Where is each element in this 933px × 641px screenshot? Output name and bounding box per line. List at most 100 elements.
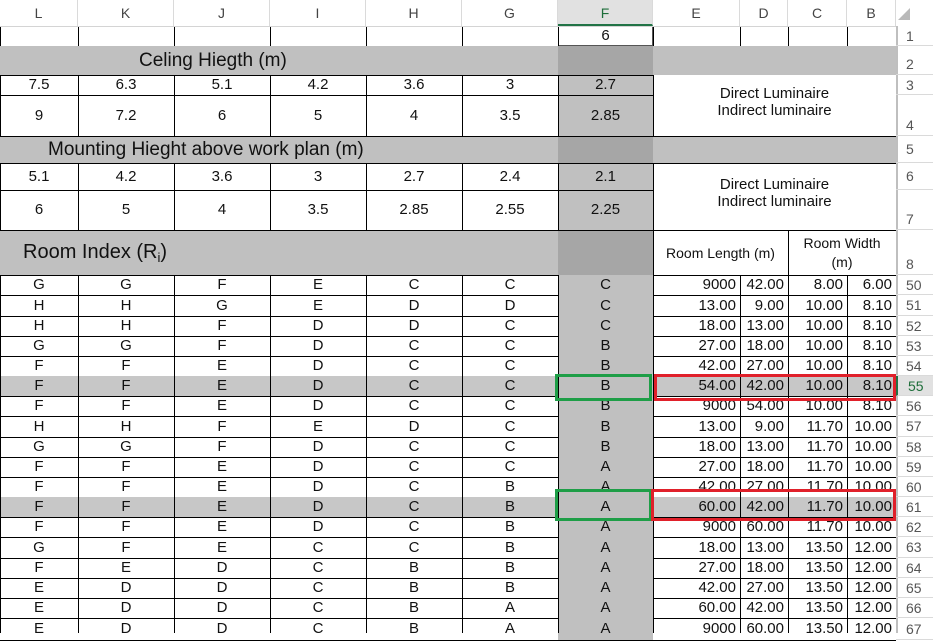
dimension-cell[interactable]: 18.00	[653, 537, 740, 558]
room-index-cell[interactable]: F	[78, 356, 174, 376]
room-index-cell[interactable]: C	[270, 598, 366, 618]
mounting-row6-cell[interactable]: 3.6	[174, 163, 270, 190]
row-header-3[interactable]: 3	[896, 75, 933, 95]
dimension-cell[interactable]: 42.00	[740, 275, 788, 295]
column-header-l[interactable]: L	[0, 0, 78, 26]
dimension-cell[interactable]: 13.00	[740, 316, 788, 336]
room-index-cell[interactable]: F	[78, 537, 174, 558]
room-index-cell[interactable]: C	[270, 558, 366, 578]
mounting-row7-cell[interactable]: 2.85	[366, 190, 462, 230]
room-index-cell[interactable]: E	[174, 517, 270, 537]
room-index-cell[interactable]: D	[270, 457, 366, 477]
row-header-67[interactable]: 67	[896, 618, 933, 640]
room-index-cell[interactable]: C	[558, 295, 653, 316]
row-header-57[interactable]: 57	[896, 416, 933, 437]
dimension-cell[interactable]: 9.00	[740, 416, 788, 437]
cell-e2-band[interactable]	[653, 46, 896, 75]
cell-f8[interactable]	[558, 231, 653, 275]
room-index-cell[interactable]: G	[0, 437, 78, 457]
dimension-cell[interactable]: 10.00	[847, 416, 896, 437]
room-index-cell[interactable]: D	[174, 558, 270, 578]
room-index-cell[interactable]: F	[78, 477, 174, 497]
row-header-5[interactable]: 5	[896, 136, 933, 163]
mounting-row7-cell[interactable]: 3.5	[270, 190, 366, 230]
dimension-cell[interactable]: 18.00	[740, 457, 788, 477]
dimension-cell[interactable]: 13.00	[653, 295, 740, 316]
room-index-cell[interactable]: D	[366, 316, 462, 336]
room-index-cell[interactable]: B	[366, 578, 462, 598]
room-index-cell[interactable]: D	[174, 598, 270, 618]
cell-empty[interactable]	[788, 26, 847, 46]
dimension-cell[interactable]: 27.00	[653, 336, 740, 356]
dimension-cell[interactable]: 13.50	[788, 537, 847, 558]
room-index-cell[interactable]: B	[366, 598, 462, 618]
cell-empty[interactable]	[462, 26, 558, 46]
dimension-cell[interactable]: 27.00	[653, 558, 740, 578]
room-index-cell[interactable]: E	[0, 618, 78, 640]
room-index-cell[interactable]: D	[270, 437, 366, 457]
room-index-cell[interactable]: F	[0, 558, 78, 578]
room-index-cell[interactable]: C	[558, 275, 653, 295]
dimension-cell[interactable]: 12.00	[847, 537, 896, 558]
room-index-cell[interactable]: C	[366, 477, 462, 497]
room-index-cell[interactable]: D	[366, 416, 462, 437]
dimension-cell[interactable]: 60.00	[653, 598, 740, 618]
room-index-cell[interactable]: C	[366, 275, 462, 295]
room-index-cell[interactable]: G	[0, 275, 78, 295]
ceiling-row3-cell[interactable]: 2.7	[558, 75, 653, 95]
room-index-cell[interactable]: B	[462, 477, 558, 497]
row-header-51[interactable]: 51	[896, 295, 933, 316]
row-header-55[interactable]: 55	[896, 376, 933, 396]
dimension-cell[interactable]: 42.00	[740, 598, 788, 618]
dimension-cell[interactable]: 42.00	[653, 578, 740, 598]
room-index-cell[interactable]: C	[462, 416, 558, 437]
dimension-cell[interactable]: 8.10	[847, 336, 896, 356]
room-index-cell[interactable]: D	[270, 336, 366, 356]
room-index-cell[interactable]: F	[0, 477, 78, 497]
column-header-d[interactable]: D	[740, 0, 788, 26]
dimension-cell[interactable]: 13.50	[788, 558, 847, 578]
ceiling-row3-cell[interactable]: 3.6	[366, 75, 462, 95]
room-index-cell[interactable]: E	[174, 457, 270, 477]
row-header-50[interactable]: 50	[896, 275, 933, 295]
cell-empty[interactable]	[0, 26, 78, 46]
room-index-cell[interactable]: D	[174, 578, 270, 598]
room-index-cell[interactable]: D	[174, 618, 270, 640]
ceiling-row4-cell[interactable]: 6	[174, 95, 270, 136]
room-index-cell[interactable]: C	[462, 437, 558, 457]
column-header-i[interactable]: I	[270, 0, 366, 26]
cell-empty[interactable]	[174, 26, 270, 46]
cell-e5-band[interactable]	[653, 137, 896, 163]
row-header-54[interactable]: 54	[896, 356, 933, 376]
row-header-53[interactable]: 53	[896, 336, 933, 356]
cell-empty[interactable]	[270, 26, 366, 46]
room-index-cell[interactable]: F	[174, 275, 270, 295]
mounting-row7-cell[interactable]: 5	[78, 190, 174, 230]
dimension-cell[interactable]: 9000	[653, 275, 740, 295]
ceiling-row3-cell[interactable]: 7.5	[0, 75, 78, 95]
ceiling-row3-cell[interactable]: 5.1	[174, 75, 270, 95]
dimension-cell[interactable]: 10.00	[788, 336, 847, 356]
dimension-cell[interactable]: 60.00	[740, 618, 788, 640]
cell-f2[interactable]	[558, 46, 653, 75]
room-index-cell[interactable]: C	[270, 537, 366, 558]
room-index-cell[interactable]: C	[462, 275, 558, 295]
row-header-8[interactable]: 8	[896, 230, 933, 275]
room-index-cell[interactable]: A	[558, 537, 653, 558]
cell-empty[interactable]	[653, 26, 740, 46]
dimension-cell[interactable]: 18.00	[653, 437, 740, 457]
row-header-56[interactable]: 56	[896, 396, 933, 416]
row-header-7[interactable]: 7	[896, 190, 933, 230]
cell-f5[interactable]	[558, 137, 653, 163]
room-index-cell[interactable]: B	[462, 517, 558, 537]
room-index-cell[interactable]: C	[366, 356, 462, 376]
room-index-cell[interactable]: B	[558, 437, 653, 457]
room-index-cell[interactable]: C	[462, 356, 558, 376]
room-index-cell[interactable]: F	[78, 517, 174, 537]
dimension-cell[interactable]: 8.10	[847, 356, 896, 376]
row-header-62[interactable]: 62	[896, 517, 933, 537]
row-header-58[interactable]: 58	[896, 437, 933, 457]
room-index-cell[interactable]: C	[366, 437, 462, 457]
room-index-cell[interactable]: F	[0, 376, 78, 396]
room-index-cell[interactable]: C	[366, 376, 462, 396]
